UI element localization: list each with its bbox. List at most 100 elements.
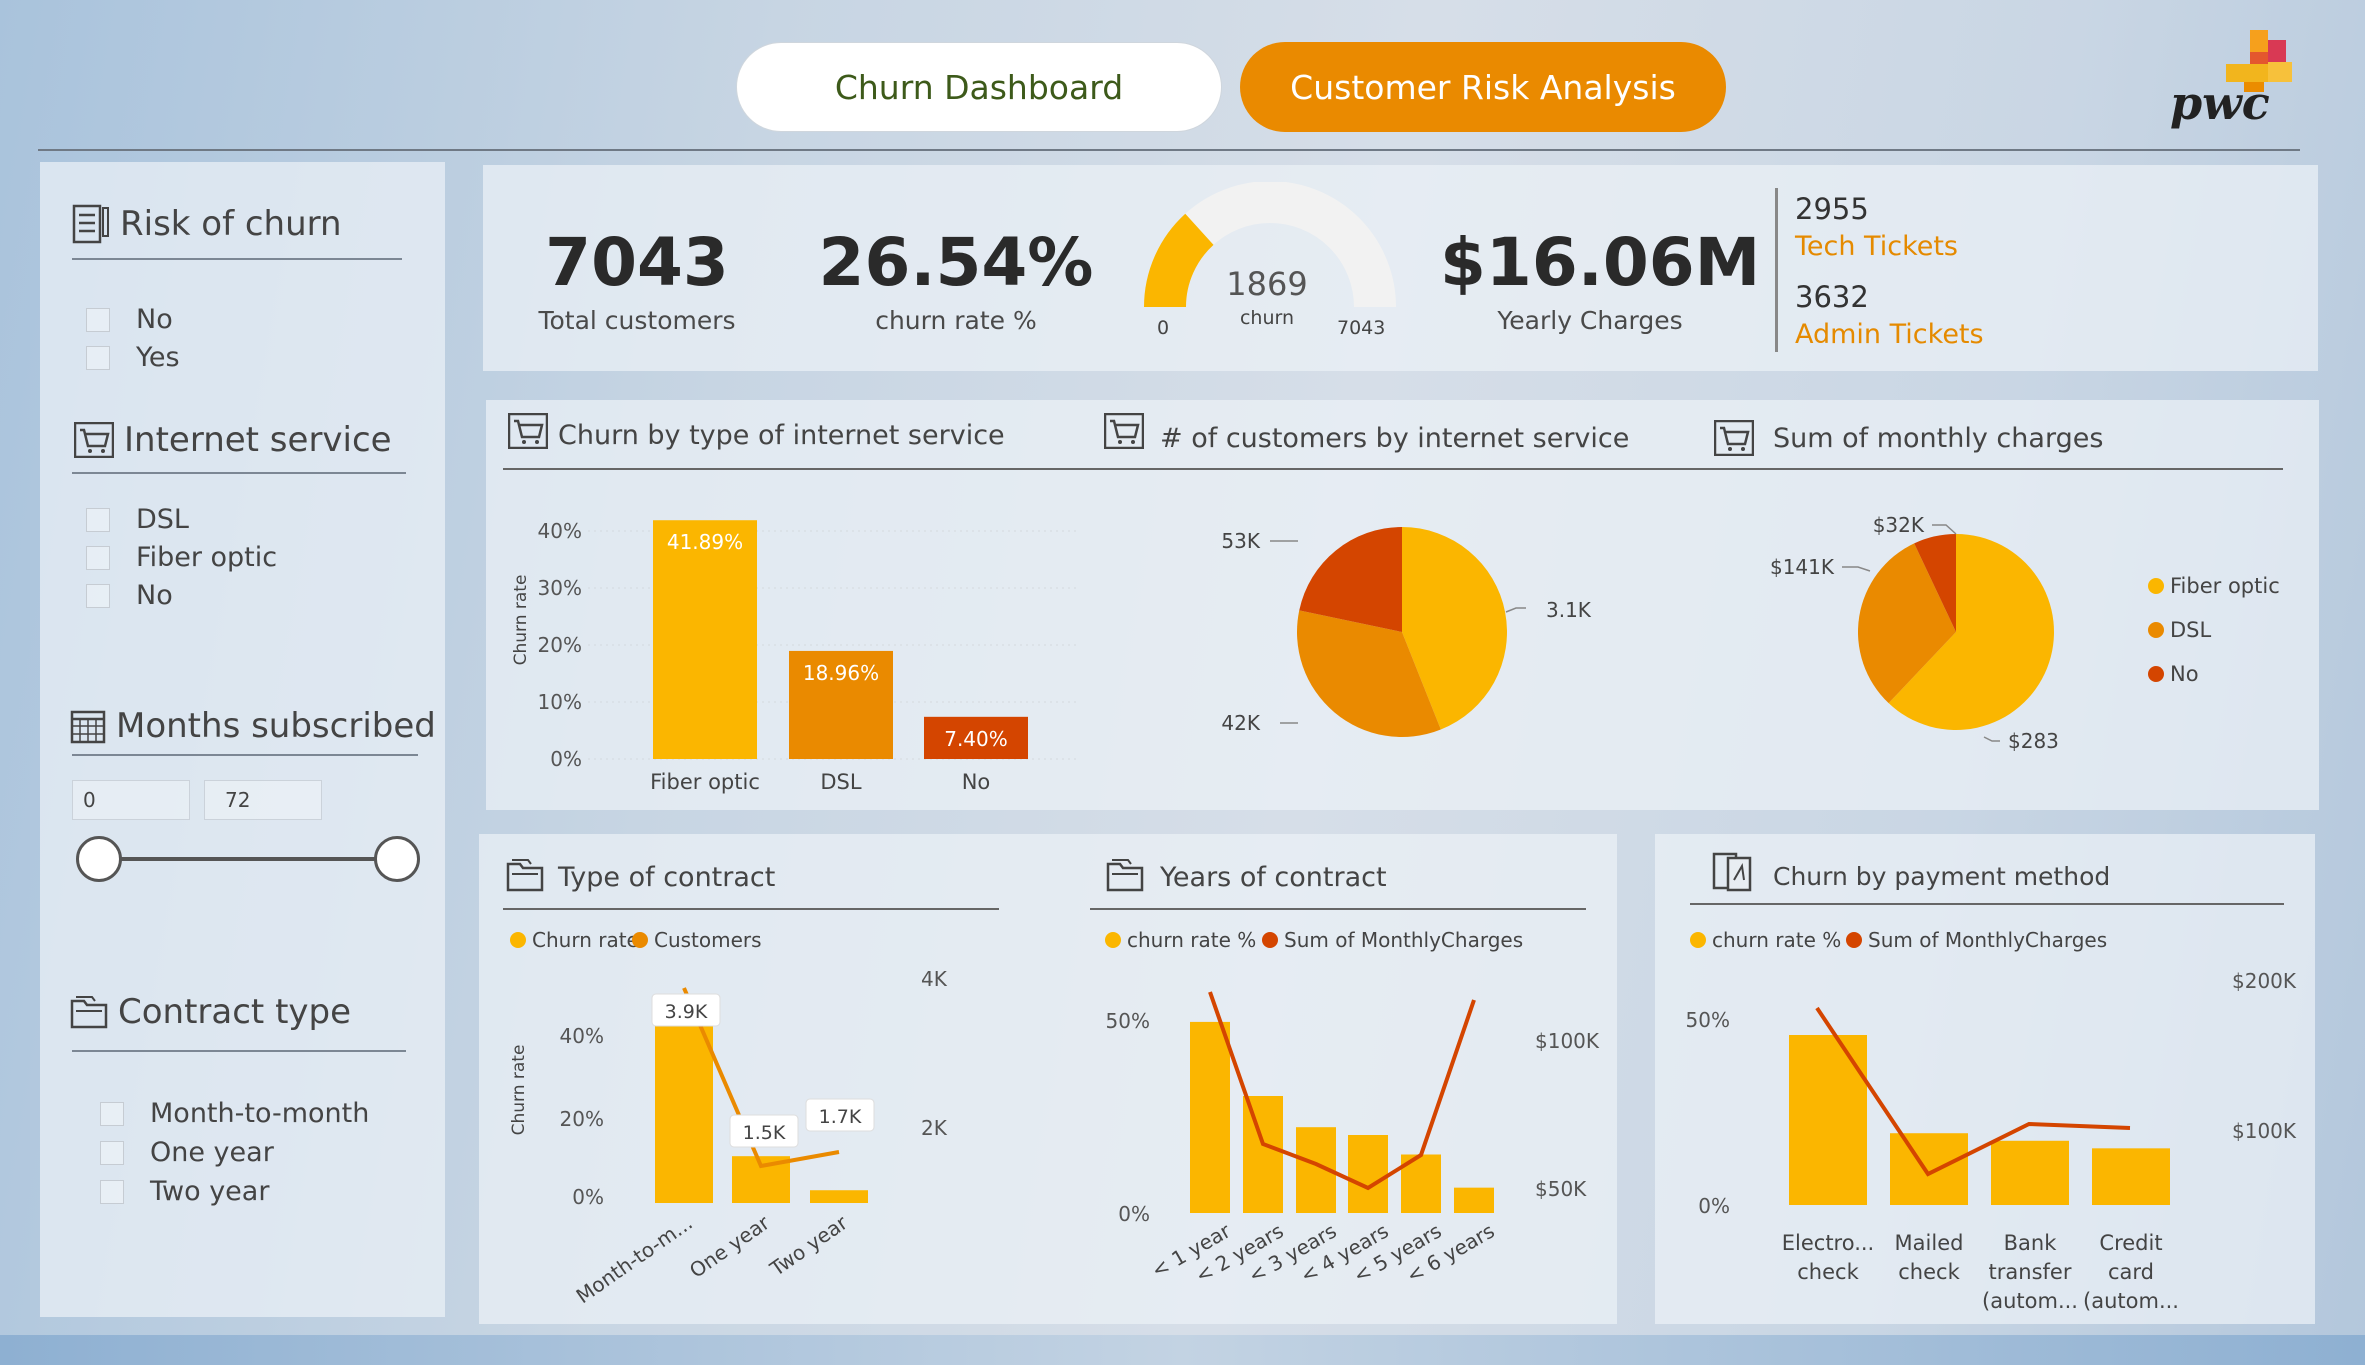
legend-dot [632,932,648,948]
bottom-strip [0,1335,2365,1365]
cart-icon [74,422,114,458]
x-tick-label: DSL [820,770,862,794]
x-tick-label: No [962,770,991,794]
payment-method-combo-chart: 0% 50% $100K $200K Electro... check Mailed chec… [1686,969,2297,1313]
checkbox[interactable] [86,507,110,532]
payment-legend-monthly-charges: Sum of MonthlyCharges [1846,928,2107,952]
churn-by-internet-title: Churn by type of internet service [558,420,1005,451]
data-label: $283K [2008,729,2060,753]
y-tick-label: 30% [538,576,582,600]
contract-legend-customers: Customers [632,928,762,952]
y-tick-label: 0% [1118,1202,1150,1226]
folder-icon [506,859,544,892]
contract-option-two-year[interactable]: Two year [100,1176,269,1207]
internet-option-fiber-optic[interactable]: Fiber optic [86,542,277,573]
bar [653,520,757,759]
bar [655,1020,713,1203]
checkbox[interactable] [100,1179,124,1204]
tech-tickets-label: Tech Tickets [1795,231,1959,262]
y2-tick-label: 2K [921,1116,948,1140]
x-tick-label: Mailed [1895,1231,1964,1255]
y-tick-label: 40% [560,1024,604,1048]
y-tick-label: 50% [1686,1008,1730,1032]
legend-label: Customers [654,928,762,952]
churn-dashboard-button[interactable]: Churn Dashboard [736,42,1222,132]
contract-slicer-divider [72,1050,406,1052]
legend-label: DSL [2170,618,2212,642]
checkbox[interactable] [100,1101,124,1126]
months-slider-min-handle[interactable] [76,836,122,882]
legend-label: Sum of MonthlyCharges [1868,928,2108,952]
internet-service-slicer-title: Internet service [74,420,392,460]
data-label: 1.53K [1220,529,1261,553]
payment-method-title: Churn by payment method [1773,862,2111,891]
legend-dot [1690,932,1706,948]
gauge-max: 7043 [1337,317,1385,339]
legend-dot [2148,622,2164,638]
risk-of-churn-label: Risk of churn [120,204,342,244]
payment-icon [1712,852,1752,892]
option-label: Yes [136,342,180,373]
bar [1454,1187,1494,1213]
legend-dot [2148,578,2164,594]
contract-option-month-to-month[interactable]: Month-to-month [100,1098,369,1129]
internet-option-no[interactable]: No [86,580,173,611]
checklist-icon [72,204,109,244]
y2-tick-label: $200K [2232,969,2297,993]
kpi-panel [483,165,2318,371]
y2-tick-label: $50K [1535,1177,1587,1201]
x-tick-label: (autom... [1982,1289,2078,1313]
option-label: Two year [150,1176,270,1207]
checkbox[interactable] [86,545,110,570]
legend-dot [510,932,526,948]
admin-tickets-value: 3632 [1795,280,1869,314]
months-max-input[interactable] [204,780,322,820]
internet-service-label: Internet service [124,420,392,460]
years-chart-divider [1090,908,1586,910]
customers-by-internet-pie-chart: 3.1K 2.42K 1.53K [1220,527,1592,737]
months-slicer-divider [72,754,418,756]
risk-option-yes[interactable]: Yes [86,342,180,373]
tickets-divider [1775,188,1778,352]
x-tick-label: check [1898,1260,1960,1284]
data-label: 41.89% [667,530,743,554]
months-slider-max-handle[interactable] [374,836,420,882]
years-legend-monthly-charges: Sum of MonthlyCharges [1262,928,1523,952]
calendar-icon [70,710,106,744]
checkbox[interactable] [86,345,110,370]
option-label: Fiber optic [136,542,278,573]
contract-type-slicer-title: Contract type [70,992,351,1032]
y-axis-label: Churn rate [511,575,531,666]
customer-risk-analysis-button[interactable]: Customer Risk Analysis [1240,42,1726,132]
middle-panel-divider [503,468,2283,470]
y-tick-label: 0% [1698,1194,1730,1218]
risk-option-no[interactable]: No [86,304,173,335]
gauge-value: 1869 [1226,265,1307,303]
internet-option-dsl[interactable]: DSL [86,504,189,535]
churn-gauge: 1869 churn 0 7043 [1144,182,1396,339]
monthly-charges-legend-no: No [2148,662,2199,686]
data-label: 2.42K [1220,711,1261,735]
checkbox[interactable] [86,583,110,608]
bar [1991,1140,2069,1205]
checkbox[interactable] [100,1140,124,1165]
bar [1890,1133,1968,1205]
months-min-input[interactable] [72,780,190,820]
contract-option-one-year[interactable]: One year [100,1137,274,1168]
x-tick-label: Fiber optic [650,770,760,794]
pwc-logo: pwc [2160,24,2300,134]
y-tick-label: 20% [538,633,582,657]
months-slider-track[interactable] [98,857,396,861]
total-customers-label: Total customers [538,306,736,335]
legend-dot [1105,932,1121,948]
legend-label: churn rate % [1127,928,1257,952]
churn-by-internet-bar-chart: 0% 10% 20% 30% 40% Churn rate 41.89% Fiber opti… [511,519,1080,794]
months-subscribed-slicer-title: Months subscribed [70,706,436,746]
monthly-charges-pie-chart: $283K $141K $32K [1770,513,2060,753]
x-tick-label: check [1797,1260,1859,1284]
y-tick-label: 20% [560,1107,604,1131]
x-tick-label: Two year [765,1210,853,1281]
checkbox[interactable] [86,307,110,332]
legend-label: Fiber optic [2170,574,2280,598]
data-label: 1.7K [819,1106,862,1128]
